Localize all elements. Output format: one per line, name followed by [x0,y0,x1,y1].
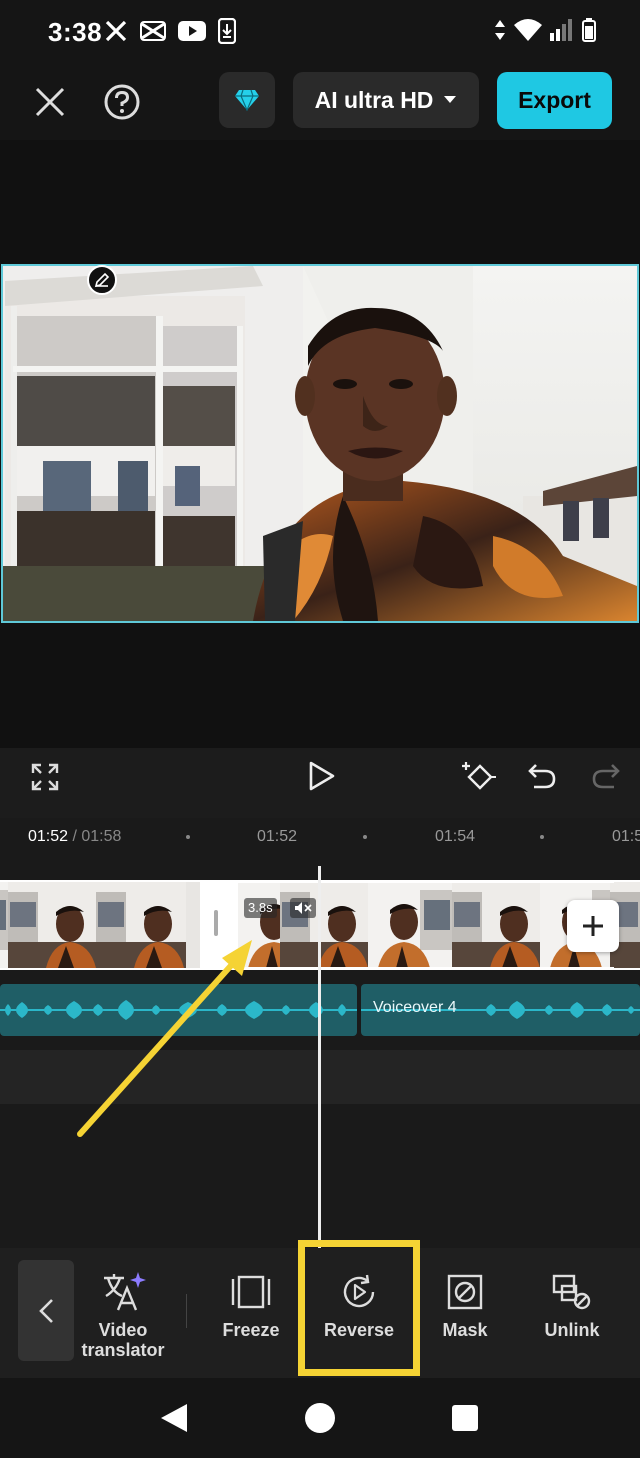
total-time: / 01:58 [68,828,122,845]
wifi-icon [514,19,542,41]
export-button[interactable]: Export [497,72,612,129]
clip-muted-badge [290,898,316,918]
tool-freeze[interactable]: Freeze [196,1268,306,1341]
tick-label: 01:52 [257,828,298,845]
download-icon [218,18,236,44]
toolbar-divider [186,1294,187,1328]
tool-video-translator[interactable]: Video translator [68,1268,178,1360]
redo-button[interactable] [586,756,626,796]
audio-clip-left[interactable] [0,984,357,1036]
system-nav-bar [0,1378,640,1458]
translate-icon [68,1268,178,1316]
unlink-icon [517,1268,627,1316]
video-frame-image [3,266,637,621]
editor-top-bar: AI ultra HD Export [0,64,640,140]
home-circle-icon [305,1403,335,1433]
mute-icon [295,902,312,914]
nav-back-button[interactable] [152,1396,196,1440]
quality-label: AI ultra HD [314,86,434,113]
nav-recents-button[interactable] [443,1396,487,1440]
status-bar: 3:38 [0,0,640,64]
edit-pin-button[interactable] [87,265,117,295]
toolbar-back-button[interactable] [18,1260,74,1361]
fullscreen-button[interactable] [28,760,62,794]
diamond-icon [235,89,259,111]
pencil-icon [94,272,110,288]
play-icon [309,761,335,791]
back-triangle-icon [161,1404,187,1432]
clip-duration-badge: 3.8s [244,898,277,918]
close-button[interactable] [26,78,74,126]
nav-home-button[interactable] [298,1396,342,1440]
tool-mask[interactable]: Mask [410,1268,520,1341]
add-clip-button[interactable] [567,900,619,952]
waveform [0,1000,357,1020]
fullscreen-icon [31,763,59,791]
tick-label: 01:5 [612,828,640,845]
help-icon [104,84,140,120]
status-time: 3:38 [48,17,103,47]
playhead[interactable] [318,866,321,1248]
reverse-highlight-box [298,1240,420,1376]
voiceover-label: Voiceover 4 [373,999,457,1016]
data-arrows-icon [495,20,505,40]
keyframe-button[interactable] [458,756,500,798]
system-icons [494,18,596,42]
caret-down-icon [444,96,457,103]
tool-unlink[interactable]: Unlink [517,1268,627,1341]
chevron-left-icon [39,1298,53,1323]
mask-icon [410,1268,520,1316]
battery-icon [582,18,596,42]
x-app-icon [105,20,127,42]
keyframe-icon [462,762,496,790]
redo-icon [592,764,620,789]
youtube-icon [178,21,206,41]
video-preview-area [0,140,640,748]
quality-dropdown[interactable]: AI ultra HD [293,72,479,128]
plus-icon [583,916,603,936]
playback-controls [0,748,640,818]
tick-dot [186,835,190,839]
tick-dot [540,835,544,839]
tick-label: 01:54 [435,828,476,845]
timeline[interactable]: 01:52 / 01:58 01:52 01:54 01:5 3.8s Voic… [0,818,640,1248]
play-button[interactable] [302,756,342,796]
tick-dot [363,835,367,839]
notification-icons [104,18,236,44]
video-preview[interactable] [1,264,639,623]
tool-label: Video translator [81,1320,165,1360]
premium-button[interactable] [219,72,275,128]
recents-square-icon [452,1405,478,1431]
signal-icon [550,19,572,41]
undo-icon [528,764,556,789]
time-readout: 01:52 / 01:58 [28,828,121,846]
tool-label: Unlink [544,1320,600,1340]
help-button[interactable] [98,78,146,126]
current-time: 01:52 [28,828,69,845]
capcut-icon [140,21,166,41]
tool-label: Mask [442,1320,488,1340]
audio-clip-voiceover[interactable]: Voiceover 4 [361,984,640,1036]
tool-label: Freeze [222,1320,280,1340]
close-icon [35,87,65,117]
freeze-icon [196,1268,306,1316]
undo-button[interactable] [522,756,562,796]
